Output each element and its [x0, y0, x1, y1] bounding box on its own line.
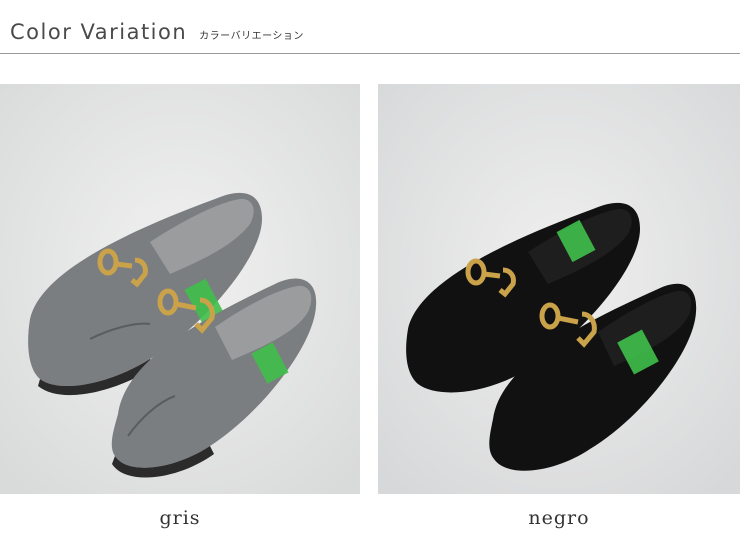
product-photo-negro — [378, 84, 740, 494]
loafer-pair-illustration — [378, 84, 740, 494]
section-subtitle: カラーバリエーション — [199, 31, 304, 42]
section-title: Color Variation — [10, 20, 188, 44]
variant-label-gris: gris — [159, 507, 201, 529]
loafer-pair-illustration — [0, 84, 360, 494]
variant-label-negro: negro — [528, 507, 590, 529]
section-header: Color Variation カラーバリエーション — [10, 20, 304, 44]
product-photo-gris — [0, 84, 360, 494]
header-divider — [0, 53, 740, 54]
